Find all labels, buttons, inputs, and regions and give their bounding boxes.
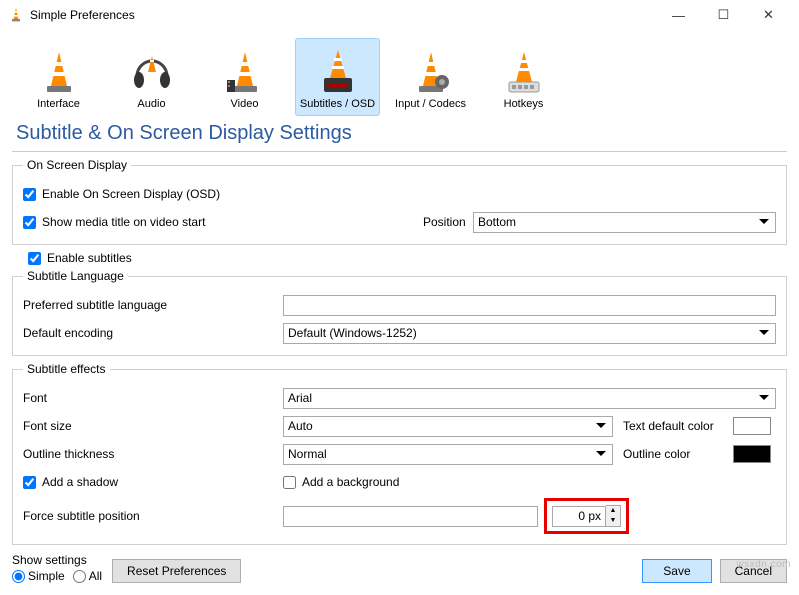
pref-lang-label: Preferred subtitle language — [23, 298, 283, 312]
force-pos-spinner[interactable] — [552, 506, 606, 527]
category-label: Video — [231, 98, 259, 110]
background-checkbox[interactable]: Add a background — [283, 475, 399, 489]
spinner-buttons[interactable]: ▲▼ — [606, 505, 621, 527]
category-audio[interactable]: Audio — [109, 38, 194, 116]
show-settings-group: Show settings Simple All — [12, 553, 102, 583]
font-select[interactable]: Arial — [283, 388, 776, 409]
enable-osd-input[interactable] — [23, 188, 36, 201]
category-interface[interactable]: Interface — [16, 38, 101, 116]
reset-button[interactable]: Reset Preferences — [112, 559, 241, 583]
font-size-label: Font size — [23, 419, 283, 433]
cone-keyboard-icon — [503, 48, 545, 96]
outline-color-swatch[interactable] — [733, 445, 771, 463]
show-settings-label: Show settings — [12, 553, 102, 567]
pref-lang-input[interactable] — [283, 295, 776, 316]
position-label: Position — [423, 215, 473, 229]
text-color-swatch[interactable] — [733, 417, 771, 435]
category-label: Input / Codecs — [395, 98, 466, 110]
vlc-app-icon — [8, 7, 24, 23]
effects-legend: Subtitle effects — [23, 362, 110, 376]
category-label: Subtitles / OSD — [300, 98, 375, 110]
minimize-button[interactable]: — — [656, 0, 701, 30]
simple-radio[interactable]: Simple — [12, 569, 65, 583]
enable-osd-checkbox[interactable]: Enable On Screen Display (OSD) — [23, 187, 220, 201]
language-group: Subtitle Language Preferred subtitle lan… — [12, 269, 787, 356]
force-pos-text[interactable] — [283, 506, 538, 527]
page-title: Subtitle & On Screen Display Settings — [0, 118, 799, 151]
all-radio[interactable]: All — [73, 569, 102, 583]
font-size-select[interactable]: Auto — [283, 416, 613, 437]
shadow-checkbox[interactable]: Add a shadow — [23, 475, 283, 489]
position-select[interactable]: Bottom — [473, 212, 776, 233]
category-subtitles[interactable]: Subtitles / OSD — [295, 38, 380, 116]
enable-subtitles-checkbox[interactable]: Enable subtitles — [28, 251, 783, 265]
osd-group: On Screen Display Enable On Screen Displ… — [12, 158, 787, 245]
maximize-button[interactable]: ☐ — [701, 0, 746, 30]
font-label: Font — [23, 391, 283, 405]
category-label: Hotkeys — [504, 98, 544, 110]
category-label: Audio — [137, 98, 165, 110]
cone-gear-icon — [410, 48, 452, 96]
headphones-icon — [131, 48, 173, 96]
text-color-label: Text default color — [623, 419, 733, 433]
save-button[interactable]: Save — [642, 559, 711, 583]
cone-film-icon — [225, 48, 265, 96]
enable-subtitles-input[interactable] — [28, 252, 41, 265]
encoding-select[interactable]: Default (Windows-1252) — [283, 323, 776, 344]
outline-label: Outline thickness — [23, 447, 283, 461]
effects-group: Subtitle effects Font Arial Font size Au… — [12, 362, 787, 545]
show-title-input[interactable] — [23, 216, 36, 229]
language-legend: Subtitle Language — [23, 269, 128, 283]
cone-icon — [41, 48, 77, 96]
category-label: Interface — [37, 98, 80, 110]
title-bar: Simple Preferences — ☐ ✕ — [0, 0, 799, 30]
osd-legend: On Screen Display — [23, 158, 131, 172]
cone-clapboard-icon — [314, 48, 362, 96]
content-area: On Screen Display Enable On Screen Displ… — [0, 152, 799, 545]
show-title-checkbox[interactable]: Show media title on video start — [23, 215, 423, 229]
force-pos-label: Force subtitle position — [23, 509, 283, 523]
outline-select[interactable]: Normal — [283, 444, 613, 465]
window-title: Simple Preferences — [30, 8, 656, 22]
bottom-bar: Show settings Simple All Reset Preferenc… — [0, 547, 799, 595]
category-toolbar: Interface Audio Video Subtitles / OSD In… — [0, 30, 799, 118]
category-hotkeys[interactable]: Hotkeys — [481, 38, 566, 116]
background-input[interactable] — [283, 476, 296, 489]
outline-color-label: Outline color — [623, 447, 733, 461]
category-video[interactable]: Video — [202, 38, 287, 116]
encoding-label: Default encoding — [23, 326, 283, 340]
category-codecs[interactable]: Input / Codecs — [388, 38, 473, 116]
spin-up-icon[interactable]: ▲ — [606, 506, 620, 516]
highlight-box: ▲▼ — [544, 498, 629, 534]
watermark: wsxdn.com — [736, 559, 791, 570]
shadow-input[interactable] — [23, 476, 36, 489]
close-button[interactable]: ✕ — [746, 0, 791, 30]
spin-down-icon[interactable]: ▼ — [606, 516, 620, 526]
